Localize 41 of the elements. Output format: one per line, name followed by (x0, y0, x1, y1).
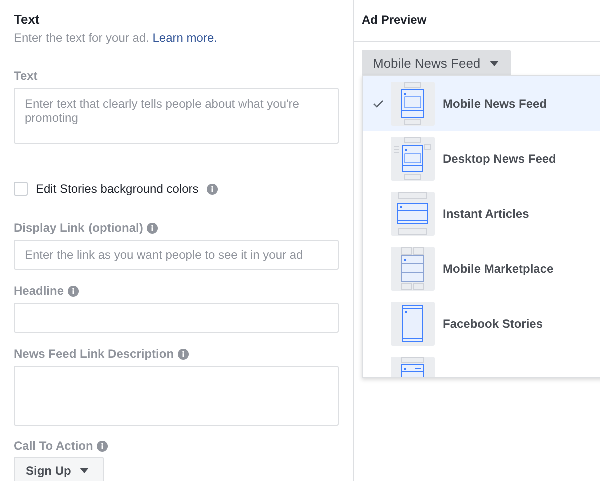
field-label: Headline (14, 284, 64, 298)
checkbox[interactable] (14, 182, 28, 196)
placement-option[interactable]: Mobile Marketplace (363, 241, 600, 296)
placement-option[interactable]: Instant Articles (363, 186, 600, 241)
info-icon (178, 348, 190, 360)
placement-thumbnail-icon (391, 246, 435, 290)
caret-icon (490, 60, 499, 66)
placement-option[interactable]: Facebook Stories (363, 296, 600, 351)
checkbox-label: Edit Stories background colors (36, 182, 199, 196)
text-field[interactable]: Enter text that clearly tells people about what you're promoting (14, 88, 339, 144)
field-label: Call To Action (14, 439, 94, 453)
info-icon (97, 440, 108, 452)
learn-more-link[interactable]: Learn more. (152, 31, 218, 45)
placement-label: Instant Articles (443, 206, 530, 220)
placement-option[interactable]: Desktop News Feed (363, 131, 600, 186)
description-field[interactable] (14, 366, 339, 426)
placement-thumbnail-icon (391, 302, 435, 346)
checkmark-icon (373, 100, 384, 108)
placement-label: Mobile Marketplace (443, 262, 554, 276)
field-label: Display Link (14, 221, 85, 235)
headline-field[interactable] (14, 303, 339, 333)
info-icon (206, 184, 218, 194)
field-label: News Feed Link Description (14, 347, 174, 361)
optional-hint: (optional) (88, 221, 144, 235)
info-icon (68, 286, 80, 296)
placement-label: Desktop News Feed (443, 152, 556, 166)
placement-thumbnail-icon (391, 192, 435, 236)
placement-thumbnail-icon (391, 82, 435, 126)
section-title: Text (14, 12, 41, 27)
call-to-action-dropdown[interactable]: Sign Up (14, 457, 104, 481)
placement-dropdown[interactable]: Mobile News Feed (362, 50, 511, 77)
placement-label: Mobile News Feed (443, 96, 548, 110)
placement-option[interactable]: Mobile News Feed (363, 76, 600, 131)
panel-title: Ad Preview (354, 0, 600, 42)
display-link-field[interactable]: Enter the link as you want people to see it in your ad (14, 240, 339, 270)
placement-label: Facebook Stories (443, 316, 544, 330)
caret-icon (80, 468, 90, 474)
field-label: Text (14, 69, 39, 83)
info-icon (147, 222, 158, 234)
section-description: Enter the text for your ad. (14, 31, 150, 45)
placement-thumbnail-icon (391, 136, 435, 180)
